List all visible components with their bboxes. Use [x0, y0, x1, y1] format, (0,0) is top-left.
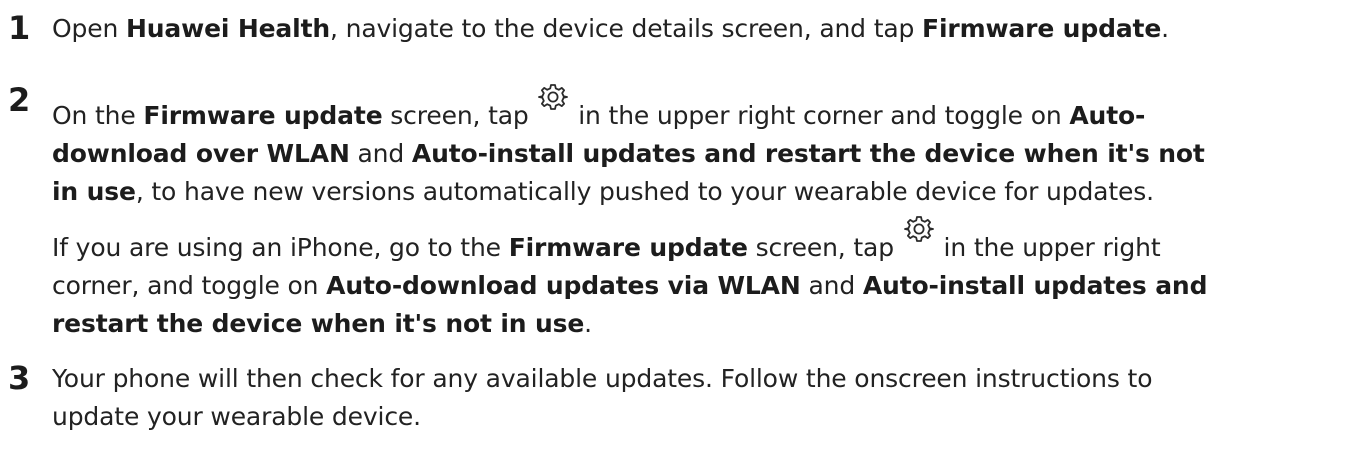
text-line: download over WLAN and Auto-install upda… — [52, 135, 1368, 173]
text-run: Your phone will then check for any avail… — [52, 364, 1153, 393]
gear-icon — [538, 82, 569, 112]
text-run: screen, tap — [382, 101, 537, 130]
text-run: update your wearable device. — [52, 402, 421, 431]
text-run: in the upper right — [935, 233, 1161, 262]
text-line: On the Firmware update screen, tap in th… — [52, 82, 1368, 135]
text-run: in the upper right corner and toggle on — [570, 101, 1070, 130]
setting-name: Auto- — [1069, 101, 1146, 130]
menu-option-name: Firmware update — [922, 14, 1162, 43]
step-text: Your phone will then check for any avail… — [52, 360, 1368, 436]
screen-name: Firmware update — [508, 233, 748, 262]
text-run: On the — [52, 101, 144, 130]
setting-name: Auto-install updates and restart the dev… — [411, 139, 1205, 168]
step-number: 3 — [8, 359, 31, 397]
app-name: Huawei Health — [125, 14, 331, 43]
text-run: , navigate to the device details screen,… — [330, 14, 923, 43]
text-run: Open — [52, 14, 126, 43]
setting-name: Auto-install updates and — [862, 271, 1208, 300]
text-run: corner, and toggle on — [52, 271, 327, 300]
text-line: update your wearable device. — [52, 398, 1368, 436]
step-number: 1 — [8, 9, 31, 47]
text-run: , to have new versions automatically pus… — [135, 177, 1154, 206]
text-run: . — [584, 309, 592, 338]
text-run: If you are using an iPhone, go to the — [52, 233, 509, 262]
text-run: and — [349, 139, 412, 168]
setting-name: restart the device when it's not in use — [52, 309, 585, 338]
text-run: . — [1161, 14, 1169, 43]
setting-name: Auto-download updates via WLAN — [326, 271, 801, 300]
text-line: restart the device when it's not in use. — [52, 305, 1368, 343]
text-line: in use, to have new versions automatical… — [52, 173, 1368, 211]
step-text-iphone: If you are using an iPhone, go to the Fi… — [52, 214, 1368, 343]
step-number: 2 — [8, 81, 31, 119]
step-text: On the Firmware update screen, tap in th… — [52, 82, 1368, 211]
screen-name: Firmware update — [143, 101, 383, 130]
text-run: screen, tap — [747, 233, 902, 262]
text-line: Your phone will then check for any avail… — [52, 360, 1368, 398]
text-line: If you are using an iPhone, go to the Fi… — [52, 214, 1368, 267]
text-line: corner, and toggle on Auto-download upda… — [52, 267, 1368, 305]
step-text: Open Huawei Health, navigate to the devi… — [52, 10, 1368, 48]
setting-name: in use — [52, 177, 136, 206]
gear-icon — [903, 214, 934, 244]
setting-name: download over WLAN — [52, 139, 350, 168]
text-run: and — [800, 271, 863, 300]
